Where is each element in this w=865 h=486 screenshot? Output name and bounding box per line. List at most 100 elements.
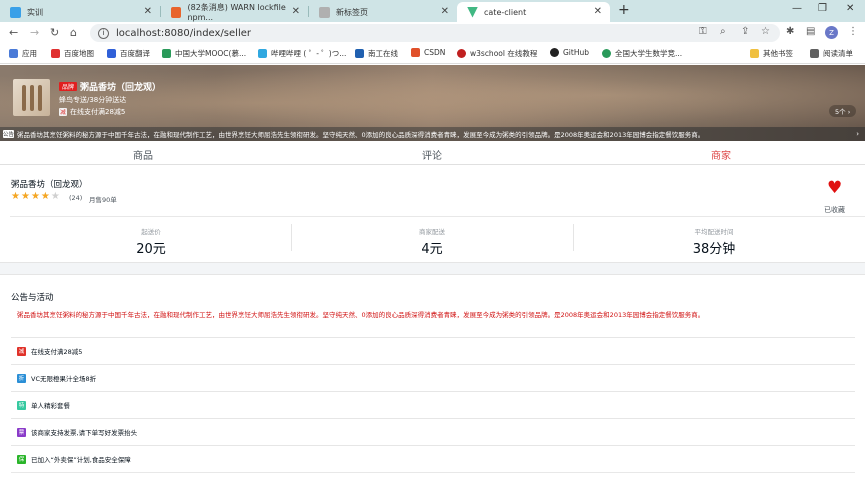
support-item-text: VC无限橙果汁全场8折 xyxy=(31,375,97,383)
min-price-block: 起送价 20元 xyxy=(11,226,291,257)
bulletin-text: 粥品香坊其烹饪粥料的秘方源于中国千年古法，在融和现代制作工艺，由世界烹饪大师屈浩… xyxy=(17,131,705,139)
bookmark-item[interactable]: 全国大学生数学竞... xyxy=(602,48,682,59)
bookmark-item[interactable]: 哔哩哔哩 ( ゜- ゜)つ... xyxy=(258,48,346,59)
heart-icon[interactable]: ♥ xyxy=(827,180,842,197)
csdn-icon xyxy=(411,48,420,57)
tab-goods[interactable]: 商品 xyxy=(133,147,153,162)
reload-icon[interactable]: ↻ xyxy=(50,26,59,39)
divider xyxy=(11,472,855,473)
back-icon[interactable]: ← xyxy=(9,26,18,39)
address-row: ← → ↻ ⌂ i localhost:8080/index/seller ⚿ … xyxy=(0,22,865,44)
share-icon[interactable]: ⇪ xyxy=(741,26,749,37)
browser-tab-1[interactable]: 实训 ✕ xyxy=(0,2,160,22)
bookmarks-bar: 应用 百度地图 百度翻译 中国大学MOOC(慕... 哔哩哔哩 ( ゜- ゜)つ… xyxy=(0,44,865,64)
reading-list-icon xyxy=(810,49,819,58)
stat-value: 4元 xyxy=(421,242,443,257)
baidu-translate-icon xyxy=(107,49,116,58)
url-bar[interactable]: i localhost:8080/index/seller xyxy=(90,24,780,42)
tab-ratings[interactable]: 评论 xyxy=(422,147,442,162)
bookmark-star-icon[interactable]: ☆ xyxy=(761,26,770,37)
guarantee-icon: 保 xyxy=(17,454,26,464)
support-text: 在线支付满28减5 xyxy=(70,108,126,116)
browser-tab-3[interactable]: 新标签页 ✕ xyxy=(309,2,457,22)
window-close-button[interactable]: ✕ xyxy=(846,3,854,14)
ngzx-icon xyxy=(355,49,364,58)
divider xyxy=(10,216,865,217)
support-item: 折 VC无限橙果汁全场8折 xyxy=(11,364,855,391)
support-item: 票 该商家支持发票,请下单写好发票抬头 xyxy=(11,418,855,445)
zoom-icon[interactable]: ⌕ xyxy=(720,26,726,37)
seller-header: 品牌 粥品香坊（回龙观） 蜂鸟专送/38分钟送达 减 在线支付满28减5 5个 … xyxy=(0,65,865,141)
star-off-icon: ★ xyxy=(50,191,60,202)
home-icon[interactable]: ⌂ xyxy=(70,26,77,39)
tab-favicon xyxy=(171,6,182,18)
maximize-button[interactable]: ❐ xyxy=(818,3,827,14)
support-summary: 减 在线支付满28减5 xyxy=(59,107,125,117)
support-item-text: 已加入“外卖保”计划,食品安全保障 xyxy=(31,456,131,464)
new-tab-button[interactable]: + xyxy=(618,2,630,18)
support-item-text: 在线支付满28减5 xyxy=(31,348,83,356)
tab-title: cate-client xyxy=(484,7,527,17)
bookmark-item[interactable]: GitHub xyxy=(550,48,589,57)
reading-list-icon[interactable]: ▤ xyxy=(806,26,815,37)
support-count-button[interactable]: 5个 › xyxy=(829,105,857,117)
browser-tab-bar: 实训 ✕ (82条消息) WARN lockfile npm... ✕ 新标签页… xyxy=(0,0,865,22)
tab-favicon xyxy=(319,6,330,18)
mooc-icon xyxy=(162,49,171,58)
folder-icon xyxy=(750,49,759,58)
shop-logo xyxy=(13,79,50,116)
favorite-label[interactable]: 已收藏 xyxy=(824,205,845,215)
key-icon[interactable]: ⚿ xyxy=(699,26,707,37)
bookmark-item[interactable]: CSDN xyxy=(411,48,445,57)
delivery-time-block: 平均配送时间 38分钟 xyxy=(574,226,854,257)
close-icon[interactable]: ✕ xyxy=(292,6,300,17)
bookmark-item[interactable]: w3school 在线教程 xyxy=(457,48,537,59)
bulletin-icon: 公告 xyxy=(3,130,15,138)
w3school-icon xyxy=(457,49,466,58)
bookmark-other[interactable]: 其他书签 xyxy=(750,48,793,59)
extensions-icon[interactable]: ✱ xyxy=(786,26,794,37)
tab-title: 新标签页 xyxy=(336,7,368,17)
discount-icon: 减 xyxy=(59,108,67,116)
special-discount-icon: 折 xyxy=(17,373,26,383)
bookmark-reading-list[interactable]: 阅读清单 xyxy=(810,48,853,59)
profile-avatar[interactable]: Z xyxy=(825,26,838,39)
stat-label: 平均配送时间 xyxy=(694,228,734,236)
chevron-right-icon: › xyxy=(856,130,859,138)
bulletin-bar[interactable]: 公告 粥品香坊其烹饪粥料的秘方源于中国千年古法，在融和现代制作工艺，由世界烹饪大… xyxy=(0,127,865,141)
support-item-text: 该商家支持发票,请下单写好发票抬头 xyxy=(31,429,138,437)
bookmark-item[interactable]: 百度地图 xyxy=(51,48,94,59)
close-icon[interactable]: ✕ xyxy=(441,6,449,17)
rating-count: (24) xyxy=(69,194,83,202)
menu-kebab-icon[interactable]: ⋮ xyxy=(848,26,858,37)
stat-value: 38分钟 xyxy=(692,242,736,257)
bookmark-item[interactable]: 南工在线 xyxy=(355,48,398,59)
minimize-button[interactable]: — xyxy=(792,3,802,14)
forward-icon[interactable]: → xyxy=(30,26,39,39)
brand-badge: 品牌 xyxy=(59,82,77,91)
sell-count: 月售90单 xyxy=(89,196,117,204)
math-contest-icon xyxy=(602,49,611,58)
star-on-icon: ★ xyxy=(30,191,40,202)
close-icon[interactable]: ✕ xyxy=(594,6,602,17)
tab-seller[interactable]: 商家 xyxy=(711,147,731,162)
bulletin-content: 粥品香坊其烹饪粥料的秘方源于中国千年古法，在融和现代制作工艺，由世界烹饪大师屈浩… xyxy=(17,311,705,319)
support-item: 减 在线支付满28减5 xyxy=(11,337,855,364)
tab-title: 实训 xyxy=(27,7,43,17)
bookmark-item[interactable]: 百度翻译 xyxy=(107,48,150,59)
bookmark-item[interactable]: 中国大学MOOC(慕... xyxy=(162,48,246,59)
star-rating: ★ ★ ★ ★ ★ xyxy=(11,192,61,202)
apps-grid-icon xyxy=(9,49,18,58)
stat-value: 20元 xyxy=(136,242,166,257)
bookmark-apps[interactable]: 应用 xyxy=(9,48,37,59)
invoice-icon: 票 xyxy=(17,427,26,437)
stat-label: 起送价 xyxy=(141,228,161,236)
browser-tab-2[interactable]: (82条消息) WARN lockfile npm... ✕ xyxy=(161,2,308,22)
delivery-info: 蜂鸟专送/38分钟送达 xyxy=(59,96,127,104)
tab-favicon xyxy=(10,6,21,18)
browser-tab-active[interactable]: cate-client ✕ xyxy=(457,2,610,22)
site-info-icon[interactable]: i xyxy=(98,27,109,39)
close-icon[interactable]: ✕ xyxy=(144,6,152,17)
special-offer-icon: 特 xyxy=(17,400,26,410)
bilibili-icon xyxy=(258,49,267,58)
